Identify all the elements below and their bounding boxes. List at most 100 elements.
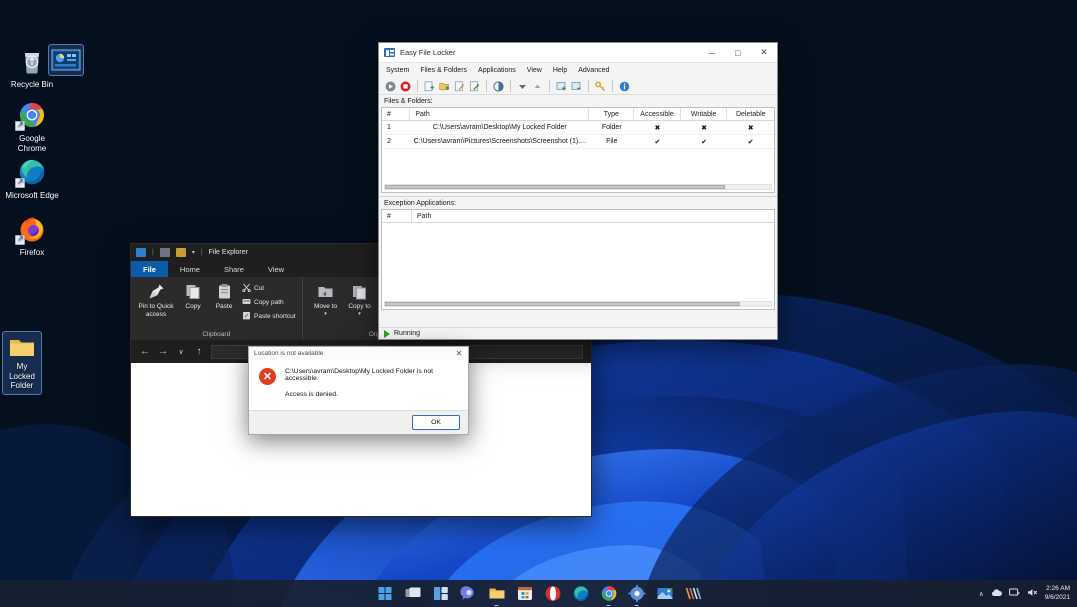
- start-icon[interactable]: [384, 80, 397, 93]
- opera-button[interactable]: [544, 585, 561, 602]
- microsoft-store-button[interactable]: [516, 585, 533, 602]
- edge-button[interactable]: [572, 585, 589, 602]
- desktop-icon-google-chrome[interactable]: Google Chrome: [4, 100, 60, 153]
- move-up-icon[interactable]: [531, 80, 544, 93]
- task-view-button[interactable]: [404, 585, 421, 602]
- move-down-icon[interactable]: [516, 80, 529, 93]
- close-icon[interactable]: ✕: [450, 347, 468, 360]
- maximize-button[interactable]: □: [725, 43, 751, 63]
- column-header-number[interactable]: #: [382, 210, 412, 222]
- start-button[interactable]: [376, 585, 393, 602]
- edit-file-icon[interactable]: [453, 80, 466, 93]
- toolbar-divider: [510, 80, 511, 92]
- scrollbar-thumb[interactable]: [385, 185, 725, 189]
- add-app-icon[interactable]: [555, 80, 568, 93]
- widgets-icon: [432, 585, 449, 602]
- clock-date: 9/6/2021: [1045, 594, 1070, 603]
- new-folder-icon[interactable]: [176, 248, 186, 257]
- paste-button[interactable]: Paste: [211, 281, 237, 311]
- tab-file[interactable]: File: [131, 261, 168, 277]
- button-label: Copy to: [347, 303, 373, 311]
- title-bar[interactable]: Easy File Locker ─ □ ✕: [379, 43, 777, 63]
- dialog-title-bar[interactable]: Location is not available ✕: [249, 347, 468, 360]
- files-grid-header: # Path Type Accessible Writable Deletabl…: [382, 108, 774, 121]
- copy-path-button[interactable]: Copy path: [242, 297, 296, 308]
- tray-chevron-icon[interactable]: ∧: [979, 590, 984, 598]
- menu-bar[interactable]: System Files & Folders Applications View…: [379, 63, 777, 78]
- scrollbar-thumb[interactable]: [385, 302, 740, 306]
- add-file-icon[interactable]: [423, 80, 436, 93]
- files-folders-grid[interactable]: # Path Type Accessible Writable Deletabl…: [381, 107, 775, 193]
- exception-grid-horizontal-scrollbar[interactable]: [384, 301, 772, 307]
- ok-button[interactable]: OK: [412, 415, 460, 430]
- menu-item-files-folders[interactable]: Files & Folders: [420, 67, 467, 74]
- chevron-down-icon[interactable]: ▾: [313, 311, 339, 319]
- desktop-icon-screenshot-thumbnail[interactable]: [48, 44, 84, 76]
- copy-button[interactable]: Copy: [180, 281, 206, 311]
- taskbar-items: [376, 585, 701, 602]
- onedrive-icon[interactable]: [991, 588, 1002, 599]
- move-to-button[interactable]: Move to ▾: [313, 281, 339, 318]
- table-row[interactable]: 2 C:\Users\avram\Pictures\Screenshots\Sc…: [382, 135, 774, 149]
- column-header-deletable[interactable]: Deletable: [727, 108, 774, 120]
- clock[interactable]: 2:26 AM 9/6/2021: [1045, 585, 1070, 602]
- recent-locations-button[interactable]: ∨: [175, 348, 187, 356]
- key-icon[interactable]: [594, 80, 607, 93]
- photos-button[interactable]: [656, 585, 673, 602]
- taskbar[interactable]: ∧ 2:26 AM 9/6/2021: [0, 580, 1077, 607]
- stop-icon[interactable]: [399, 80, 412, 93]
- chat-button[interactable]: [460, 585, 477, 602]
- tab-share[interactable]: Share: [212, 261, 256, 277]
- chrome-button[interactable]: [600, 585, 617, 602]
- edit-folder-icon[interactable]: [468, 80, 481, 93]
- add-folder-icon[interactable]: [438, 80, 451, 93]
- paste-shortcut-button[interactable]: Paste shortcut: [242, 311, 296, 322]
- up-button[interactable]: ↑: [193, 346, 205, 357]
- chevron-down-icon[interactable]: ▾: [347, 311, 373, 319]
- copy-to-button[interactable]: Copy to ▾: [347, 281, 373, 318]
- chevron-down-icon[interactable]: ▾: [192, 249, 195, 256]
- menu-item-applications[interactable]: Applications: [478, 67, 516, 74]
- app-button[interactable]: [684, 585, 701, 602]
- menu-item-system[interactable]: System: [386, 67, 409, 74]
- desktop-icon-my-locked-folder[interactable]: My Locked Folder: [2, 331, 42, 395]
- exception-applications-grid[interactable]: # Path: [381, 209, 775, 310]
- menu-item-advanced[interactable]: Advanced: [578, 67, 609, 74]
- column-header-writable[interactable]: Writable: [681, 108, 728, 120]
- remove-app-icon[interactable]: [570, 80, 583, 93]
- column-header-type[interactable]: Type: [589, 108, 634, 120]
- toolbar[interactable]: [379, 78, 777, 95]
- column-header-path[interactable]: Path: [410, 108, 589, 120]
- about-icon[interactable]: [618, 80, 631, 93]
- minimize-button[interactable]: ─: [699, 43, 725, 63]
- tab-view[interactable]: View: [256, 261, 296, 277]
- menu-item-help[interactable]: Help: [553, 67, 567, 74]
- files-grid-horizontal-scrollbar[interactable]: [384, 184, 772, 190]
- tab-home[interactable]: Home: [168, 261, 212, 277]
- paste-icon: [211, 281, 237, 301]
- error-dialog[interactable]: Location is not available ✕ ✕ C:\Users\a…: [248, 346, 469, 435]
- settings-button[interactable]: [628, 585, 645, 602]
- column-header-accessible[interactable]: Accessible: [634, 108, 681, 120]
- column-header-number[interactable]: #: [382, 108, 410, 120]
- menu-item-view[interactable]: View: [527, 67, 542, 74]
- easy-file-locker-window[interactable]: Easy File Locker ─ □ ✕ System Files & Fo…: [378, 42, 778, 340]
- network-icon[interactable]: [1009, 588, 1020, 599]
- widgets-button[interactable]: [432, 585, 449, 602]
- volume-icon[interactable]: [1027, 588, 1038, 599]
- column-header-path[interactable]: Path: [412, 210, 772, 222]
- system-tray[interactable]: ∧ 2:26 AM 9/6/2021: [979, 585, 1077, 602]
- desktop-icon-firefox[interactable]: Firefox: [4, 214, 60, 258]
- table-row[interactable]: 1 C:\Users\avram\Desktop\My Locked Folde…: [382, 121, 774, 135]
- close-button[interactable]: ✕: [751, 43, 777, 63]
- striped-app-icon: [684, 585, 701, 602]
- pin-to-quick-access-button[interactable]: Pin to Quick access: [137, 281, 175, 318]
- toggle-icon[interactable]: [492, 80, 505, 93]
- cell-deletable: ✖: [727, 121, 774, 134]
- properties-icon[interactable]: [160, 248, 170, 257]
- desktop-icon-microsoft-edge[interactable]: Microsoft Edge: [4, 157, 60, 201]
- file-explorer-button[interactable]: [488, 585, 505, 602]
- forward-button[interactable]: →: [157, 346, 169, 357]
- cut-button[interactable]: Cut: [242, 283, 296, 294]
- back-button[interactable]: ←: [139, 346, 151, 357]
